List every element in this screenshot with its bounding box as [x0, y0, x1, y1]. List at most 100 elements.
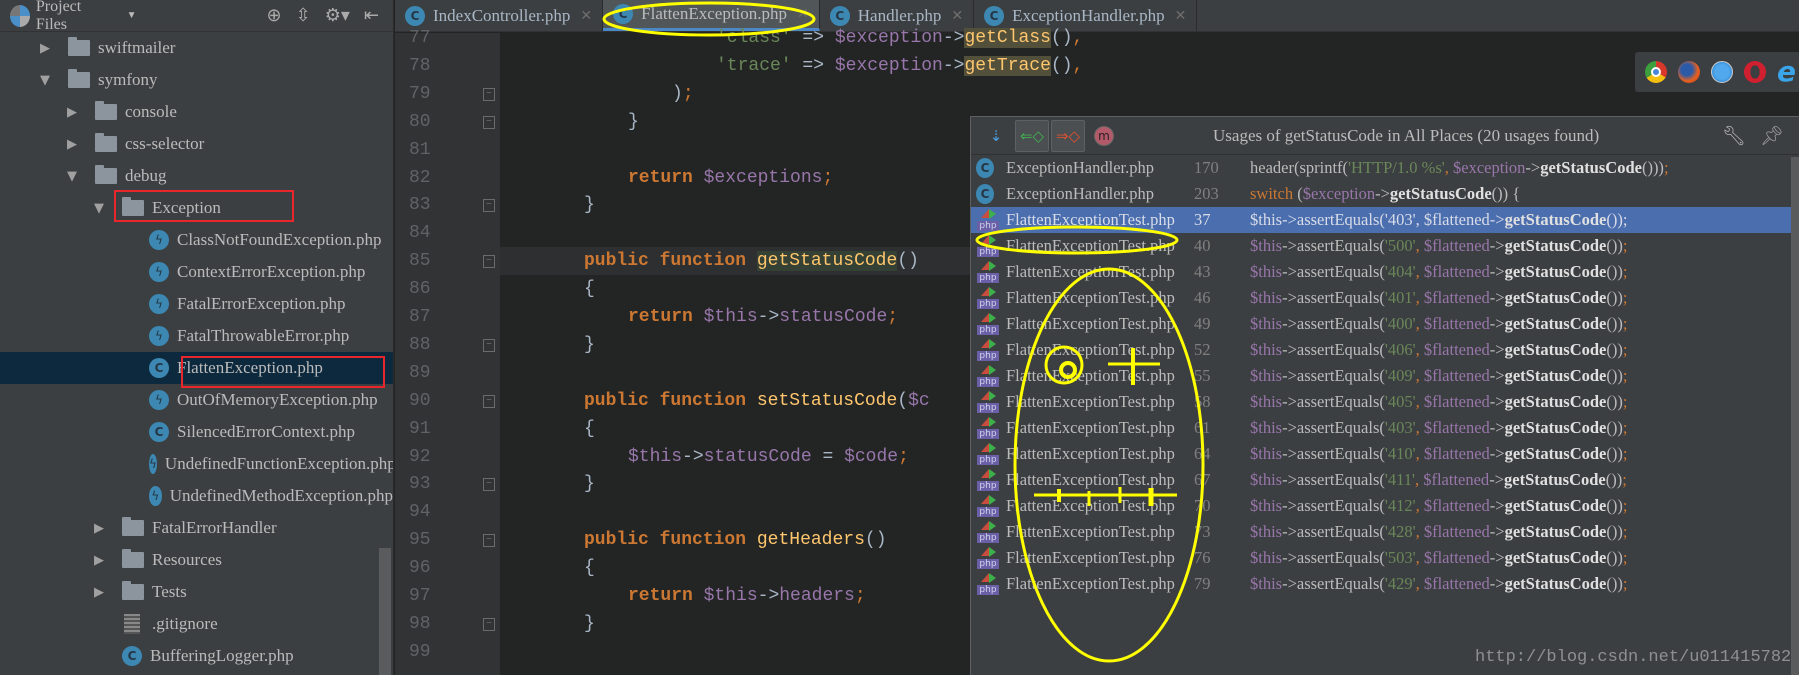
tree-item[interactable]: ▼ symfony — [0, 64, 393, 96]
close-icon[interactable]: ✕ — [1175, 8, 1187, 24]
method-filter-button[interactable]: m — [1087, 120, 1121, 152]
php-label: php — [977, 221, 999, 231]
line-number: 81 — [409, 139, 431, 160]
tree-item[interactable]: ϟ UndefinedMethodException.php — [0, 480, 393, 512]
code-token: -> — [757, 307, 780, 327]
fold-marker-icon[interactable]: − — [483, 199, 495, 213]
tree-item[interactable]: ϟ ClassNotFoundException.php — [0, 224, 393, 256]
tree-item[interactable]: ϟ ContextErrorException.php — [0, 256, 393, 288]
show-read-access-button[interactable]: ⇐◇ — [1015, 119, 1049, 152]
close-icon[interactable]: ✕ — [797, 6, 809, 22]
close-icon[interactable]: ✕ — [951, 8, 963, 24]
usage-row[interactable]: php FlattenExceptionTest.php 79 $this->asse… — [971, 571, 1799, 597]
tree-item[interactable]: ▶ Resources — [0, 544, 393, 576]
fold-marker-icon[interactable]: − — [483, 338, 495, 352]
tree-item[interactable]: ϟ FatalThrowableError.php — [0, 320, 393, 352]
fold-marker-icon[interactable]: − — [483, 478, 495, 492]
usage-method: getStatusCode — [1504, 288, 1607, 307]
expanded-arrow-icon[interactable]: ▼ — [92, 201, 106, 216]
collapsed-arrow-icon[interactable]: ▶ — [65, 105, 79, 120]
show-write-access-button[interactable]: ⇒◇ — [1051, 119, 1085, 152]
code-token: => — [791, 28, 835, 48]
usage-row[interactable]: php FlattenExceptionTest.php 49 $this->asse… — [971, 311, 1799, 337]
tree-item[interactable]: ▶ swiftmailer — [0, 32, 393, 64]
settings-wrench-icon[interactable]: 🔧︎ — [1722, 124, 1746, 147]
collapsed-arrow-icon[interactable]: ▶ — [65, 137, 79, 152]
chrome-icon[interactable] — [1645, 61, 1667, 83]
project-view-selector[interactable]: Project Files — [36, 0, 109, 34]
collapsed-arrow-icon[interactable]: ▶ — [92, 553, 106, 568]
code-token: getHeaders — [756, 530, 865, 551]
tree-item[interactable]: ▼ debug — [0, 160, 393, 192]
usage-file: FlattenExceptionTest.php — [1006, 236, 1175, 255]
test-red-marker — [981, 313, 989, 322]
usage-row[interactable]: C ExceptionHandler.php 170 header(sprintf('… — [971, 155, 1799, 181]
opera-icon[interactable] — [1744, 61, 1766, 83]
usage-row[interactable]: php FlattenExceptionTest.php 61 $this->asse… — [971, 415, 1799, 441]
usage-status-code: '500' — [1384, 236, 1416, 255]
pin-icon[interactable]: 📌︎ — [1760, 124, 1784, 147]
usage-row[interactable]: C ExceptionHandler.php 203 switch ($excepti… — [971, 181, 1799, 207]
tree-item[interactable]: ϟ OutOfMemoryException.php — [0, 384, 393, 416]
collapse-all-icon[interactable]: ⇳ — [296, 5, 311, 26]
code-token: { — [584, 418, 595, 439]
usage-row[interactable]: php FlattenExceptionTest.php 67 $this->asse… — [971, 467, 1799, 493]
usage-line-number: 67 — [1194, 470, 1211, 489]
close-icon[interactable]: ✕ — [580, 8, 592, 24]
code-token: () — [897, 251, 919, 272]
fold-marker-icon[interactable]: − — [483, 115, 495, 129]
tree-item[interactable]: ▶ console — [0, 96, 393, 128]
usage-row[interactable]: php FlattenExceptionTest.php 76 $this->asse… — [971, 545, 1799, 571]
usage-code: $this->assertEquals('406', $flattened->g… — [1250, 340, 1628, 359]
tree-scrollbar[interactable] — [379, 548, 391, 675]
usage-row[interactable]: php FlattenExceptionTest.php 40 $this->asse… — [971, 233, 1799, 259]
tree-item[interactable]: ▶ Tests — [0, 576, 393, 608]
expanded-arrow-icon[interactable]: ▼ — [38, 73, 52, 88]
tree-item[interactable]: ϟ FatalErrorException.php — [0, 288, 393, 320]
expanded-arrow-icon[interactable]: ▼ — [65, 169, 79, 184]
usage-row[interactable]: php FlattenExceptionTest.php 46 $this->asse… — [971, 285, 1799, 311]
usage-row[interactable]: php FlattenExceptionTest.php 73 $this->asse… — [971, 519, 1799, 545]
usages-scrollbar[interactable] — [1791, 157, 1799, 675]
code-token: ; — [1622, 236, 1628, 255]
tree-item[interactable]: ▶ FatalErrorHandler — [0, 512, 393, 544]
usage-row[interactable]: php FlattenExceptionTest.php 64 $this->asse… — [971, 441, 1799, 467]
tree-item[interactable]: ϟ UndefinedFunctionException.php — [0, 448, 393, 480]
code-token: ; — [1622, 366, 1628, 385]
hide-panel-icon[interactable]: ⇤ — [364, 5, 379, 26]
collapsed-arrow-icon[interactable]: ▶ — [38, 41, 52, 56]
text-file-icon — [124, 614, 140, 634]
gear-icon[interactable]: ⚙▾ — [325, 5, 350, 26]
code-token: () — [1050, 28, 1073, 48]
internet-explorer-icon[interactable]: e — [1777, 58, 1796, 86]
safari-icon[interactable] — [1711, 61, 1733, 83]
project-view-icon — [10, 4, 30, 27]
tree-item[interactable]: ▶ css-selector — [0, 128, 393, 160]
fold-marker-icon[interactable]: − — [483, 534, 495, 548]
fold-marker-icon[interactable]: − — [483, 87, 495, 101]
usage-row[interactable]: php FlattenExceptionTest.php 52 $this->asse… — [971, 337, 1799, 363]
usage-row[interactable]: php FlattenExceptionTest.php 37 $this->asse… — [971, 207, 1799, 233]
usage-row[interactable]: php FlattenExceptionTest.php 43 $this->asse… — [971, 259, 1799, 285]
code-token: setStatusCode — [756, 390, 898, 411]
firefox-icon[interactable] — [1678, 61, 1700, 83]
collapsed-arrow-icon[interactable]: ▶ — [92, 585, 106, 600]
chevron-down-icon[interactable]: ▼ — [127, 10, 137, 21]
usage-row[interactable]: php FlattenExceptionTest.php 58 $this->asse… — [971, 389, 1799, 415]
merge-usages-button[interactable]: ⇣ — [979, 120, 1013, 152]
fold-marker-icon[interactable]: − — [483, 394, 495, 408]
fold-marker-icon[interactable]: − — [483, 617, 495, 631]
code-token: $this — [1250, 470, 1283, 489]
usage-row[interactable]: php FlattenExceptionTest.php 55 $this->asse… — [971, 363, 1799, 389]
tree-item[interactable]: C BufferingLogger.php — [0, 640, 393, 672]
tree-item[interactable]: C SilencedErrorContext.php — [0, 416, 393, 448]
usage-icon-wrap: php — [976, 339, 1002, 361]
code-token: , — [1415, 288, 1424, 307]
collapsed-arrow-icon[interactable]: ▶ — [92, 521, 106, 536]
usage-row[interactable]: php FlattenExceptionTest.php 70 $this->asse… — [971, 493, 1799, 519]
scroll-from-source-icon[interactable]: ⊕ — [267, 5, 282, 26]
fold-marker-icon[interactable]: − — [483, 255, 495, 269]
tree-item[interactable]: .gitignore — [0, 608, 393, 640]
